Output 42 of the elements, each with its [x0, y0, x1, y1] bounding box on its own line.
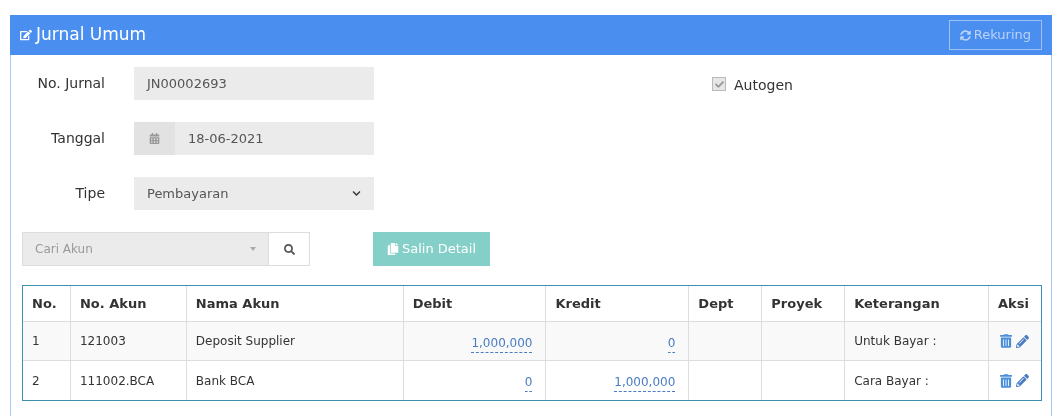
amount-link[interactable]: 0 — [667, 333, 676, 353]
amount-link[interactable]: 1,000,000 — [471, 333, 533, 353]
column-header: Kredit — [555, 294, 601, 313]
type-select[interactable]: Pembayaran — [134, 177, 374, 210]
column-header: Proyek — [771, 294, 823, 313]
delete-icon[interactable] — [1000, 373, 1013, 388]
column-header: Keterangan — [854, 294, 940, 313]
refresh-icon — [959, 29, 971, 41]
edit-icon — [20, 29, 32, 41]
search-icon — [283, 243, 295, 255]
column-header: Debit — [412, 294, 453, 313]
table-cell-text: 121003 — [79, 333, 126, 350]
table-cell-text: Cara Bayar : — [854, 372, 929, 390]
table-cell-text: Untuk Bayar : — [854, 333, 937, 350]
amount-link[interactable]: 1,000,000 — [614, 373, 676, 392]
date-field[interactable]: 18-06-2021 — [134, 122, 374, 155]
field-label: Tanggal — [51, 130, 105, 146]
table-cell-text: 1 — [32, 333, 40, 350]
chevron-down-icon — [352, 189, 361, 198]
field-label: No. Jurnal — [37, 75, 105, 91]
delete-icon[interactable] — [1000, 334, 1013, 348]
check-icon — [714, 79, 724, 89]
table-cell-text: Deposit Supplier — [195, 333, 295, 350]
copy-icon — [386, 243, 399, 255]
amount-link[interactable]: 0 — [524, 373, 533, 392]
panel-title: Jurnal Umum — [36, 23, 147, 47]
table-cell-text: 2 — [32, 372, 40, 390]
column-header: Dept — [698, 294, 734, 313]
calendar-icon — [149, 133, 160, 144]
column-header: No. Akun — [79, 294, 147, 313]
column-header: No. — [32, 294, 57, 313]
column-header: Nama Akun — [195, 294, 280, 313]
column-header: Aksi — [998, 294, 1029, 313]
checkbox-label: Autogen — [734, 76, 793, 95]
field-label: Tipe — [75, 185, 105, 201]
edit-icon[interactable] — [1016, 374, 1030, 387]
journal-number-field[interactable]: JN00002693 — [134, 67, 374, 100]
edit-icon[interactable] — [1016, 334, 1030, 348]
search-button[interactable] — [269, 232, 310, 266]
table-cell-text: 111002.BCA — [79, 372, 155, 390]
account-search-select[interactable]: Cari Akun — [22, 232, 269, 266]
table-cell-text: Bank BCA — [195, 372, 255, 390]
